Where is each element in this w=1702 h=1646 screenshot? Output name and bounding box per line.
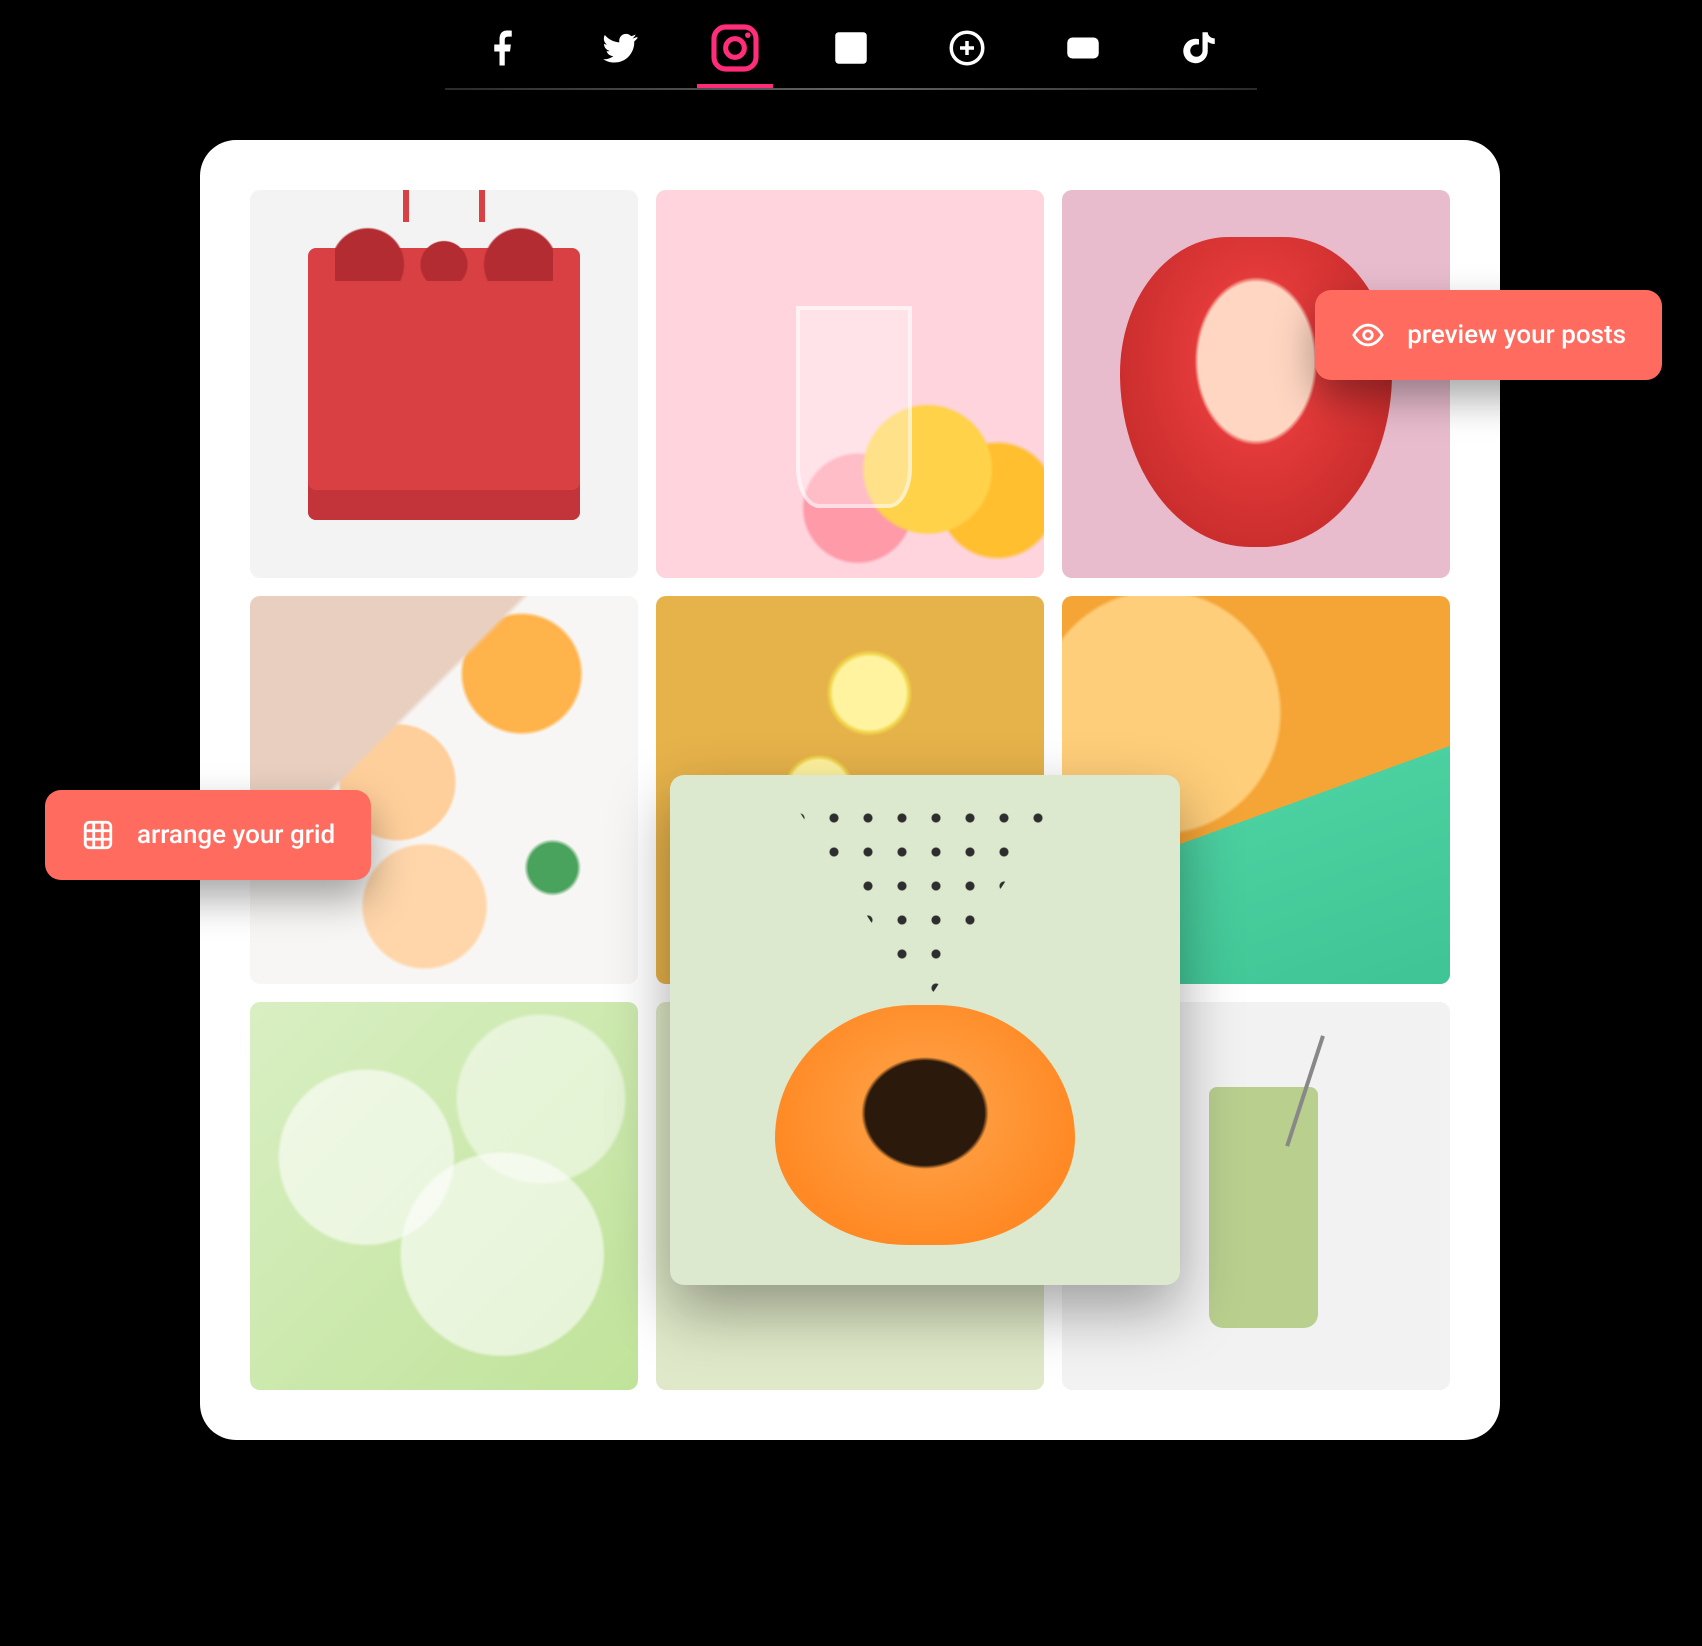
linkedin-icon <box>830 27 872 69</box>
twitter-icon <box>598 27 640 69</box>
youtube-icon <box>1062 27 1104 69</box>
tab-youtube[interactable] <box>1055 20 1111 76</box>
google-icon <box>946 27 988 69</box>
grid-tile[interactable] <box>1062 190 1450 578</box>
tab-google[interactable] <box>939 20 995 76</box>
callout-arrange-label: arrange your grid <box>137 820 335 850</box>
dragging-tile[interactable] <box>670 775 1180 1285</box>
grid-tile[interactable] <box>250 190 638 578</box>
grid-icon <box>81 818 115 852</box>
platform-tabs <box>445 20 1257 90</box>
tab-instagram[interactable] <box>707 20 763 76</box>
grid-tile[interactable] <box>250 1002 638 1390</box>
grid-tile[interactable] <box>656 190 1044 578</box>
instagram-icon <box>707 12 763 84</box>
papaya-graphic <box>775 1005 1075 1245</box>
facebook-icon <box>482 27 524 69</box>
callout-preview-label: preview your posts <box>1407 320 1626 350</box>
tab-twitter[interactable] <box>591 20 647 76</box>
callout-arrange: arrange your grid <box>45 790 371 880</box>
tab-linkedin[interactable] <box>823 20 879 76</box>
seed-dots <box>795 805 1055 1005</box>
callout-preview: preview your posts <box>1315 290 1662 380</box>
tab-facebook[interactable] <box>475 20 531 76</box>
eye-icon <box>1351 318 1385 352</box>
tab-tiktok[interactable] <box>1171 20 1227 76</box>
tiktok-icon <box>1178 27 1220 69</box>
